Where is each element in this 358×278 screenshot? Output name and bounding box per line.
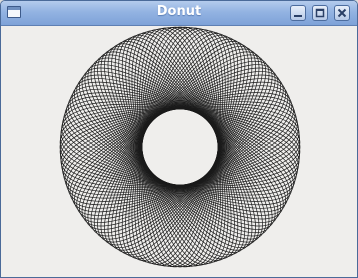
donut-ellipse: [60, 105, 300, 189]
minimize-button[interactable]: [290, 5, 306, 21]
donut-drawing: [59, 26, 301, 268]
donut-ellipse: [71, 81, 289, 213]
ellipse-group: [59, 26, 301, 268]
donut-ellipse: [64, 95, 296, 199]
donut-ellipse: [69, 85, 291, 209]
donut-ellipse: [90, 57, 270, 237]
minimize-icon: [294, 15, 302, 17]
donut-ellipse: [93, 54, 267, 240]
donut-ellipse: [87, 60, 273, 234]
close-icon: [337, 8, 347, 18]
donut-window: Donut: [0, 0, 358, 278]
donut-ellipse: [93, 54, 267, 240]
donut-ellipse: [60, 105, 300, 189]
donut-ellipse: [64, 95, 296, 199]
close-button[interactable]: [334, 5, 350, 21]
donut-ellipse: [67, 88, 293, 206]
donut-ellipse: [87, 60, 273, 234]
title-bar[interactable]: Donut: [1, 1, 357, 26]
donut-ellipse: [67, 88, 293, 206]
maximize-button[interactable]: [312, 5, 328, 21]
donut-ellipse: [63, 98, 297, 196]
donut-ellipse: [63, 98, 297, 196]
maximize-icon: [315, 8, 325, 18]
donut-ellipse: [71, 81, 289, 213]
donut-ellipse: [69, 85, 291, 209]
drawing-area: [1, 26, 357, 277]
donut-ellipse: [90, 57, 270, 237]
